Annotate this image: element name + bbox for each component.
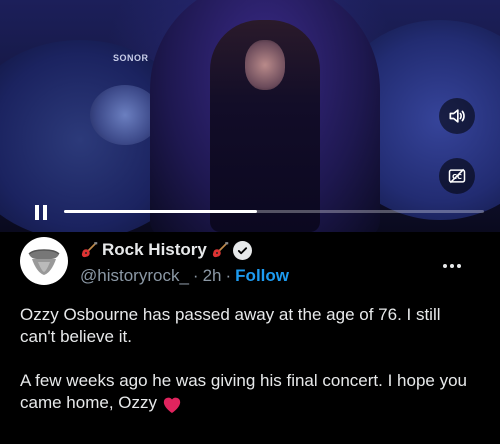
verified-badge-icon — [232, 240, 252, 260]
video-player[interactable]: SONOR CC — [0, 0, 500, 232]
more-dot-icon — [443, 264, 447, 268]
follow-button[interactable]: Follow — [235, 266, 289, 286]
separator: · — [192, 266, 199, 285]
rolling-stones-tongue-logo — [21, 238, 67, 284]
pause-button[interactable] — [32, 203, 50, 221]
tweet-text: Ozzy Osbourne has passed away at the age… — [20, 304, 480, 414]
tweet-text-line1: Ozzy Osbourne has passed away at the age… — [20, 305, 446, 346]
more-dot-icon — [450, 264, 454, 268]
pause-icon-bar-left — [35, 204, 39, 220]
tweet-text-line2: A few weeks ago he was giving his final … — [20, 371, 472, 412]
video-progress-bar[interactable] — [64, 210, 484, 213]
volume-button[interactable] — [439, 98, 475, 134]
display-name[interactable]: Rock History — [102, 240, 207, 260]
tweet: Rock History @historyrock_ · 2h · Follow… — [0, 232, 500, 444]
avatar[interactable] — [20, 237, 68, 285]
drum-brand-text: SONOR — [113, 53, 149, 63]
guitar-icon — [81, 242, 98, 258]
timestamp[interactable]: 2h — [203, 266, 222, 286]
video-progress-fill — [64, 210, 258, 213]
speaker-icon — [449, 109, 465, 123]
captions-button[interactable]: CC — [439, 158, 475, 194]
performer-face — [245, 40, 285, 90]
guitar-icon — [212, 242, 229, 258]
handle-row: @historyrock_ · 2h · Follow — [80, 266, 289, 286]
separator: · — [225, 266, 232, 285]
handle[interactable]: @historyrock_ — [80, 266, 189, 286]
name-row: Rock History — [80, 240, 252, 260]
cc-icon: CC — [448, 168, 466, 184]
more-dot-icon — [457, 264, 461, 268]
pause-icon-bar-right — [43, 204, 47, 220]
heart-icon — [163, 397, 181, 413]
more-options-button[interactable] — [440, 260, 464, 272]
